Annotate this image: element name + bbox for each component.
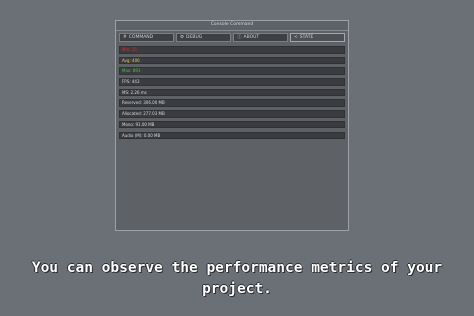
gear-icon: ⚙ xyxy=(180,35,185,40)
info-icon: ⓘ xyxy=(237,35,242,40)
metric-row-mono: Mono: 91.00 MB xyxy=(119,120,345,129)
tab-debug[interactable]: ⚙ DEBUG xyxy=(176,33,231,42)
console-window: Console Command # COMMAND ⚙ DEBUG ⓘ ABOUT <… xyxy=(115,20,349,231)
metric-row-fps: FPS: 443 xyxy=(119,78,345,86)
tab-bar: # COMMAND ⚙ DEBUG ⓘ ABOUT < STATE xyxy=(119,33,345,42)
caption: You can observe the performance metrics … xyxy=(20,258,454,300)
share-icon: < xyxy=(294,35,298,40)
tab-label: ABOUT xyxy=(243,35,260,40)
caption-line-1: You can observe the performance metrics … xyxy=(31,260,443,276)
tab-label: STATE xyxy=(299,35,314,40)
tab-label: DEBUG xyxy=(186,35,203,40)
metric-row-reserved: Reserved: 306.00 MB xyxy=(119,99,345,107)
tab-state[interactable]: < STATE xyxy=(290,33,345,42)
metric-row-min: Min: 15 xyxy=(119,46,345,54)
hash-icon: # xyxy=(123,35,127,40)
tab-command[interactable]: # COMMAND xyxy=(119,33,174,42)
console-title: Console Command xyxy=(116,21,348,31)
tab-label: COMMAND xyxy=(128,35,154,40)
metric-row-allocated: Allocated: 277.03 MB xyxy=(119,110,345,118)
metric-row-ms: MS: 2.26 ms xyxy=(119,88,345,97)
metric-row-audio: Audio (M): 0.00 MB xyxy=(119,131,345,139)
metrics-list: Min: 15 Avg: 406 Max: 891 FPS: 443 MS: 2… xyxy=(119,46,345,142)
metric-row-avg: Avg: 406 xyxy=(119,56,345,65)
tab-about[interactable]: ⓘ ABOUT xyxy=(233,33,288,42)
caption-line-2: project. xyxy=(202,281,272,297)
metric-row-max: Max: 891 xyxy=(119,67,345,75)
